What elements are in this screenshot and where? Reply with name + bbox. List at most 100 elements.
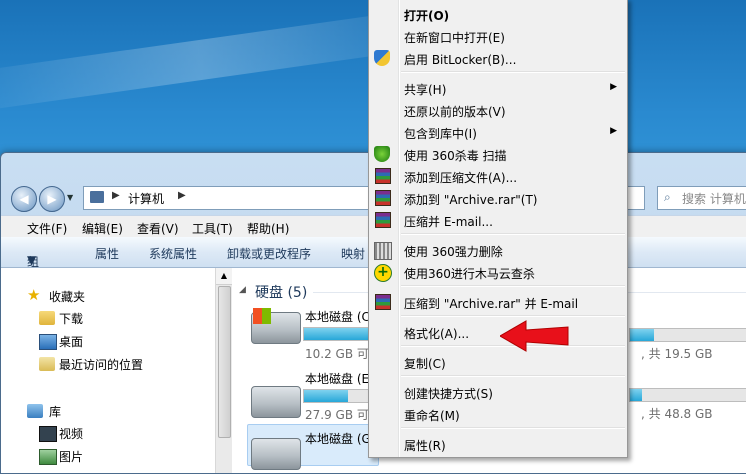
breadcrumb-computer[interactable]: 计算机 [128,190,164,207]
search-placeholder: 搜索 计算机 [682,192,746,206]
menu-item-compress-email[interactable]: 压缩并 E-mail... [369,209,627,231]
computer-icon [90,191,104,203]
properties-button[interactable]: 属性 [95,245,119,262]
forward-button[interactable]: ▶ [39,186,65,212]
menu-item-360-shred[interactable]: 使用 360强力删除 [369,239,627,261]
menu-item-add-to-archive-rar[interactable]: 添加到 "Archive.rar"(T) [369,187,627,209]
menu-item-open-new-window[interactable]: 在新窗口中打开(E) [369,25,627,47]
menu-separator [401,375,625,377]
recent-places-icon [39,357,55,371]
sidebar-item-downloads[interactable]: 下载 [59,310,83,327]
drive-c-total: , 共 19.5 GB [641,347,713,361]
menu-separator [401,427,625,429]
menu-item-360-scan[interactable]: 使用 360杀毒 扫描 [369,143,627,165]
winrar-icon [375,294,391,310]
search-icon: ⌕ [664,190,671,204]
menu-separator [401,71,625,73]
menu-edit[interactable]: 编辑(E) [82,220,123,237]
menu-item-label: 压缩并 E-mail... [404,215,493,229]
drive-e-total: , 共 48.8 GB [641,407,713,421]
system-properties-button[interactable]: 系统属性 [149,245,197,262]
menu-item-format[interactable]: 格式化(A)... [369,321,627,343]
menu-item-label: 创建快捷方式(S) [404,387,493,401]
menu-item-share[interactable]: 共享(H) ▶ [369,77,627,99]
pictures-icon [39,449,57,465]
menu-item-create-shortcut[interactable]: 创建快捷方式(S) [369,381,627,403]
sidebar-item-recent[interactable]: 最近访问的位置 [59,356,143,373]
drive-g-name[interactable]: 本地磁盘 (G [305,430,371,447]
menu-item-label: 还原以前的版本(V) [404,105,506,119]
menu-item-label: 使用 360强力删除 [404,245,503,259]
menu-item-properties[interactable]: 属性(R) [369,433,627,455]
shredder-icon [374,242,392,260]
drive-c-usage-fill [304,328,372,340]
sidebar-item-desktop[interactable]: 桌面 [59,333,83,350]
drive-e-usage-bar-right [629,388,746,402]
breadcrumb-chevron-icon[interactable]: ▶ [178,190,186,201]
map-network-drive-button[interactable]: 映射 [341,245,365,262]
menu-item-include-in-library[interactable]: 包含到库中(I) ▶ [369,121,627,143]
downloads-folder-icon [39,311,55,325]
drive-e-usage-fill-right [630,389,642,401]
menu-item-label: 包含到库中(I) [404,127,477,141]
menu-item-bitlocker[interactable]: 启用 BitLocker(B)... [369,47,627,69]
menu-item-label: 添加到压缩文件(A)... [404,171,518,185]
windows-logo-icon [253,308,271,324]
winrar-icon [375,190,391,206]
sidebar-item-pictures[interactable]: 图片 [59,448,83,465]
shield-icon [374,50,390,66]
menu-item-compress-rar-email[interactable]: 压缩到 "Archive.rar" 并 E-mail [369,291,627,313]
drive-c-usage-fill-right [630,329,654,341]
drive-e-usage-fill [304,390,348,402]
menu-item-label: 添加到 "Archive.rar"(T) [404,193,538,207]
sidebar-item-videos[interactable]: 视频 [59,425,83,442]
scroll-thumb[interactable] [218,286,231,438]
uninstall-program-button[interactable]: 卸载或更改程序 [227,245,311,262]
360-antivirus-icon [374,146,390,162]
menu-separator [401,233,625,235]
menu-item-label: 在新窗口中打开(E) [404,31,505,45]
star-icon: ★ [27,286,41,304]
submenu-arrow-icon: ▶ [610,126,617,136]
menu-item-360-trojan-scan[interactable]: + 使用360进行木马云查杀 [369,261,627,283]
menu-item-add-to-archive[interactable]: 添加到压缩文件(A)... [369,165,627,187]
sidebar-libraries[interactable]: 库 [49,403,61,420]
menu-item-rename[interactable]: 重命名(M) [369,403,627,425]
menu-item-open[interactable]: 打开(O) [369,3,627,25]
sidebar-favorites[interactable]: 收藏夹 [49,288,85,305]
group-title-hard-drives[interactable]: 硬盘 (5) [255,282,307,302]
scroll-up-icon[interactable]: ▲ [216,268,232,285]
menu-file[interactable]: 文件(F) [27,220,67,237]
collapse-group-icon[interactable]: ◢ [239,285,246,295]
navigation-pane: ★ 收藏夹 下载 桌面 最近访问的位置 库 视频 图片 ▲ [1,268,232,473]
menu-separator [401,315,625,317]
drive-c-usage-bar-right [629,328,746,342]
drive-c-name[interactable]: 本地磁盘 (C [305,308,370,325]
menu-item-copy[interactable]: 复制(C) [369,351,627,373]
desktop-icon [39,334,57,350]
navigation-scrollbar[interactable]: ▲ [215,268,232,473]
menu-item-label: 共享(H) [404,83,447,97]
search-input[interactable]: ⌕ 搜索 计算机 [657,186,746,210]
dropdown-arrow-icon: ▼ [27,253,37,267]
menu-item-restore-versions[interactable]: 还原以前的版本(V) [369,99,627,121]
menu-item-label: 使用 360杀毒 扫描 [404,149,507,163]
submenu-arrow-icon: ▶ [610,82,617,92]
menu-item-label: 启用 BitLocker(B)... [404,53,517,67]
breadcrumb-chevron-icon[interactable]: ▶ [112,190,120,201]
videos-icon [39,426,57,442]
back-button[interactable]: ◀ [11,186,37,212]
hard-drive-icon[interactable] [251,438,301,470]
winrar-icon [375,168,391,184]
hard-drive-icon[interactable] [251,386,301,418]
recent-pages-dropdown[interactable]: ▼ [67,193,73,202]
menu-view[interactable]: 查看(V) [137,220,179,237]
360-trojan-icon: + [374,264,392,282]
menu-separator [401,285,625,287]
menu-item-label: 压缩到 "Archive.rar" 并 E-mail [404,297,579,311]
menu-help[interactable]: 帮助(H) [247,220,289,237]
drive-e-name[interactable]: 本地磁盘 (E [305,370,369,387]
menu-tools[interactable]: 工具(T) [192,220,233,237]
menu-item-label: 打开(O) [404,9,450,23]
menu-item-label: 使用360进行木马云查杀 [404,267,535,281]
